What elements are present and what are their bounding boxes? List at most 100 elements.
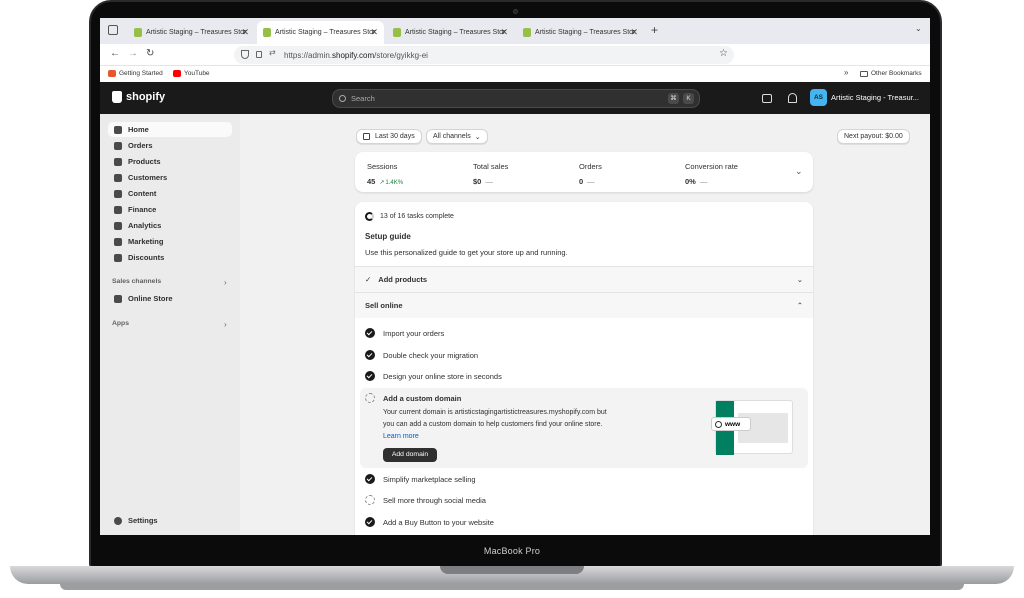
- sidebar-item-online-store[interactable]: Online Store: [108, 291, 232, 306]
- task-social-media[interactable]: Sell more through social media: [365, 495, 486, 505]
- sidebar-item-products[interactable]: Products: [108, 154, 232, 169]
- bookmark-label: Getting Started: [119, 70, 163, 77]
- sidebar-item-finance[interactable]: Finance: [108, 202, 232, 217]
- chevron-right-icon[interactable]: ›: [224, 320, 227, 329]
- chevron-right-icon[interactable]: ›: [224, 278, 227, 287]
- sidebar-item-marketing[interactable]: Marketing: [108, 234, 232, 249]
- task-custom-domain[interactable]: Add a custom domain: [365, 393, 461, 403]
- add-domain-button[interactable]: Add domain: [383, 448, 437, 462]
- sidebar-item-label: Analytics: [128, 221, 162, 230]
- task-buy-button[interactable]: Add a Buy Button to your website: [365, 517, 494, 527]
- progress-text: 13 of 16 tasks complete: [380, 213, 454, 220]
- laptop-shadow: [60, 584, 964, 590]
- forward-icon[interactable]: →: [128, 48, 138, 59]
- address-bar[interactable]: ⇄ https://admin. shopify.com/store/gyikkg…: [234, 46, 734, 64]
- progress-ring-icon: [365, 212, 374, 221]
- swap-icon: ⇄: [269, 48, 276, 57]
- shopify-favicon-icon: [263, 28, 271, 37]
- sidebar-item-label: Home: [128, 125, 149, 134]
- tab-title: Artistic Staging – Treasures Stor: [405, 29, 506, 36]
- check-circle-icon: [365, 328, 375, 338]
- logo-text: shopify: [126, 91, 166, 103]
- person-icon: [114, 174, 122, 182]
- task-label: Add a custom domain: [383, 393, 462, 403]
- close-tab-icon[interactable]: ✕: [630, 27, 638, 38]
- channels-label: All channels: [433, 133, 471, 140]
- dashed-circle-icon: [365, 393, 375, 403]
- browser-tab[interactable]: Artistic Staging – Treasures Stor ✕: [387, 21, 514, 44]
- browser-tab-active[interactable]: Artistic Staging – Treasures Stor ✕: [257, 21, 384, 44]
- browser-tab-bar: Artistic Staging – Treasures Stor ✕ Artis…: [100, 18, 930, 44]
- sidebar-item-customers[interactable]: Customers: [108, 170, 232, 185]
- gear-icon: [114, 517, 122, 525]
- task-label: Double check your migration: [383, 350, 479, 360]
- check-circle-icon: [365, 517, 375, 527]
- sidebar-item-analytics[interactable]: Analytics: [108, 218, 232, 233]
- next-payout-button[interactable]: Next payout: $0.00: [837, 129, 910, 144]
- chevron-down-icon[interactable]: ⌄: [915, 24, 922, 33]
- channels-dropdown[interactable]: All channels ⌄: [426, 129, 488, 144]
- sidebar-item-settings[interactable]: Settings: [108, 513, 232, 528]
- bell-icon[interactable]: [788, 93, 797, 103]
- task-label: Design your online store in seconds: [383, 371, 502, 381]
- chevron-down-icon[interactable]: ⌄: [795, 166, 803, 177]
- search-input[interactable]: Search ⌘ K: [332, 89, 700, 108]
- laptop-notch: [440, 566, 584, 574]
- bar-chart-icon: [114, 222, 122, 230]
- store-icon: [114, 295, 122, 303]
- close-tab-icon[interactable]: ✕: [370, 27, 378, 38]
- back-icon[interactable]: ←: [110, 48, 120, 59]
- star-icon[interactable]: ☆: [719, 48, 728, 59]
- close-tab-icon[interactable]: ✕: [500, 27, 508, 38]
- date-range-button[interactable]: Last 30 days: [356, 129, 422, 144]
- task-marketplace[interactable]: Simplify marketplace selling: [365, 474, 476, 484]
- bookmark-youtube[interactable]: YouTube: [173, 70, 210, 77]
- command-key: ⌘: [668, 93, 679, 104]
- task-design-store[interactable]: Design your online store in seconds: [365, 371, 502, 381]
- browser-tab[interactable]: Artistic Staging – Treasures Stor ✕: [128, 21, 255, 44]
- sidebar-item-discounts[interactable]: Discounts: [108, 250, 232, 265]
- www-text: www: [725, 420, 741, 428]
- section-add-products[interactable]: ✓ Add products ⌄: [355, 266, 813, 292]
- firefox-icon: [108, 70, 116, 77]
- bookmark-getting-started[interactable]: Getting Started: [108, 70, 163, 77]
- avatar: AS: [810, 89, 827, 106]
- sidebar-item-label: Online Store: [128, 294, 173, 303]
- browser-tab[interactable]: Artistic Staging – Treasures Stor ✕: [517, 21, 644, 44]
- reload-icon[interactable]: ↻: [146, 48, 154, 59]
- metric-sessions: Sessions 45 ↗1.4K%: [367, 162, 403, 186]
- store-switcher[interactable]: AS Artistic Staging - Treasur...: [810, 89, 919, 106]
- setup-subtitle: Use this personalized guide to get your …: [365, 248, 568, 257]
- task-label: Simplify marketplace selling: [383, 474, 476, 484]
- check-circle-icon: [365, 350, 375, 360]
- domain-desc-line: Your current domain is artisticstagingar…: [383, 409, 607, 416]
- sidebar-item-label: Orders: [128, 141, 153, 150]
- sidebar-item-content[interactable]: Content: [108, 186, 232, 201]
- task-check-migration[interactable]: Double check your migration: [365, 350, 478, 360]
- printer-icon[interactable]: [762, 94, 772, 103]
- tab-search-icon[interactable]: [108, 25, 118, 35]
- apps-heading[interactable]: Apps: [112, 320, 129, 327]
- sidebar-item-orders[interactable]: Orders: [108, 138, 232, 153]
- image-icon: [114, 190, 122, 198]
- metric-label: Total sales: [473, 162, 509, 171]
- metrics-card[interactable]: Sessions 45 ↗1.4K% Total sales $0— Orders 0—…: [355, 152, 813, 192]
- more-bookmarks-icon[interactable]: »: [844, 68, 848, 77]
- shopify-logo[interactable]: shopify: [112, 91, 165, 103]
- store-name: Artistic Staging - Treasur...: [831, 93, 919, 102]
- main-content: Last 30 days All channels ⌄ Next payout: …: [240, 114, 930, 535]
- sidebar-item-home[interactable]: Home: [108, 122, 232, 137]
- sales-channels-heading[interactable]: Sales channels: [112, 278, 161, 285]
- new-tab-button[interactable]: +: [651, 23, 658, 37]
- section-sell-online[interactable]: Sell online ⌃: [355, 292, 813, 318]
- dashed-circle-icon: [365, 495, 375, 505]
- discount-icon: [114, 254, 122, 262]
- task-import-orders[interactable]: Import your orders: [365, 328, 444, 338]
- other-bookmarks[interactable]: Other Bookmarks: [860, 70, 922, 77]
- check-circle-icon: [365, 371, 375, 381]
- learn-more-link[interactable]: Learn more: [383, 431, 607, 443]
- close-tab-icon[interactable]: ✕: [241, 27, 249, 38]
- url-path: /store/gyikkg-ei: [374, 50, 428, 60]
- target-icon: [114, 238, 122, 246]
- browser-toolbar: ← → ↻ ⇄ https://admin. shopify.com/store/…: [100, 44, 930, 66]
